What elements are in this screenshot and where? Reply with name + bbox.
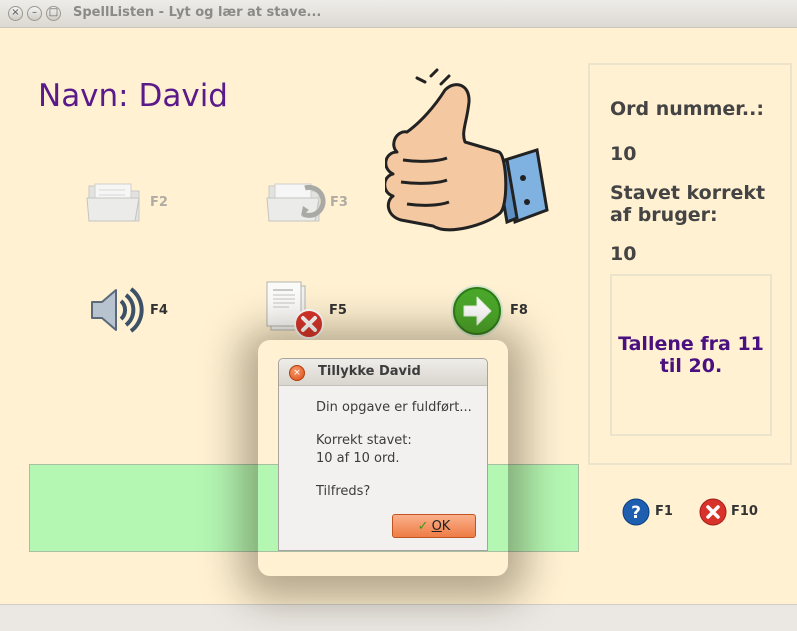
close-icon	[699, 498, 727, 526]
word-number-value: 10	[610, 143, 637, 165]
help-button[interactable]: ? F1	[622, 498, 682, 526]
window-title: SpellListen - Lyt og lær at stave...	[73, 5, 322, 20]
delete-list-button[interactable]: F5	[265, 278, 350, 342]
folder-refresh-icon	[266, 183, 326, 222]
next-word-key-label: F8	[510, 303, 528, 318]
window-titlebar: × – □ SpellListen - Lyt og lær at stave.…	[0, 0, 797, 28]
dialog-message-line2: Korrekt stavet:	[316, 433, 412, 448]
quit-key-label: F10	[731, 504, 758, 519]
correct-label-line2: af bruger:	[610, 204, 718, 226]
help-key-label: F1	[655, 504, 673, 519]
svg-text:?: ?	[631, 503, 641, 523]
ok-label: K	[441, 518, 451, 534]
dialog-titlebar: × Tillykke David	[279, 359, 487, 386]
quit-button[interactable]: F10	[699, 498, 769, 526]
correct-value: 10	[610, 243, 637, 265]
dialog-message-line4: Tilfreds?	[316, 484, 371, 499]
open-list-key-label: F2	[150, 195, 168, 210]
delete-list-key-label: F5	[329, 303, 347, 318]
check-icon: ✓	[417, 518, 429, 534]
document-delete-icon	[266, 281, 324, 339]
arrow-right-icon	[451, 285, 503, 337]
save-list-button[interactable]: F3	[265, 178, 350, 228]
window-minimize-button[interactable]: –	[27, 6, 42, 21]
congrats-dialog: × Tillykke David Din opgave er fuldført.…	[278, 358, 488, 551]
word-number-label: Ord nummer..:	[610, 98, 764, 120]
dialog-message-line1: Din opgave er fuldført...	[316, 400, 472, 415]
progress-panel: Ord nummer..: 10 Stavet korrekt af bruge…	[588, 63, 792, 465]
ok-button[interactable]: ✓ OK	[392, 514, 476, 538]
word-list-description: Tallene fra 11 til 20.	[610, 274, 772, 436]
folder-icon	[86, 183, 140, 222]
window-maximize-button[interactable]: □	[46, 6, 61, 21]
status-bar	[0, 604, 797, 631]
open-list-button[interactable]: F2	[85, 178, 170, 228]
listen-button[interactable]: F4	[88, 283, 173, 339]
correct-label-line1: Stavet korrekt	[610, 182, 766, 204]
help-icon: ?	[622, 498, 650, 526]
ok-label-mnemonic: O	[431, 518, 442, 534]
dialog-title: Tillykke David	[318, 364, 421, 379]
save-list-key-label: F3	[330, 195, 348, 210]
thumbs-up-icon	[385, 68, 549, 232]
dialog-message-line3: 10 af 10 ord.	[316, 451, 400, 466]
next-word-button[interactable]: F8	[450, 283, 535, 341]
dialog-close-button[interactable]: ×	[289, 365, 305, 381]
student-name-label: Navn: David	[38, 78, 228, 114]
speaker-icon	[91, 287, 144, 333]
window-close-button[interactable]: ×	[8, 6, 23, 21]
listen-key-label: F4	[150, 303, 168, 318]
